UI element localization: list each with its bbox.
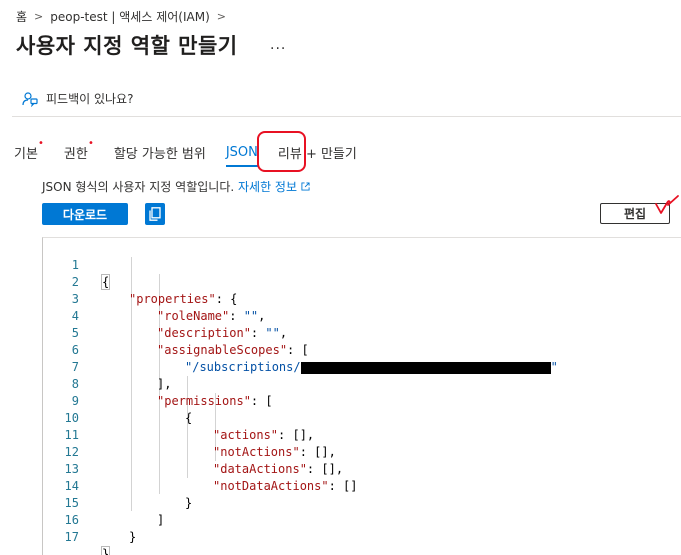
code-line: 13 "notDataActions": []	[64, 462, 358, 493]
header-divider	[12, 116, 681, 117]
description: JSON 형식의 사용자 지정 역할입니다. 자세한 정보	[42, 178, 310, 195]
edit-button[interactable]: 편집	[600, 203, 670, 224]
tab-basics[interactable]: 기본 •	[14, 138, 44, 164]
code-line: 4 "description": "",	[71, 309, 288, 340]
tab-label: 할당 가능한 범위	[113, 146, 206, 162]
code-line: 1 {	[71, 258, 111, 290]
page-title: 사용자 지정 역할 만들기	[16, 34, 238, 58]
code-line: 15 ]	[64, 496, 165, 527]
tab-label: 리뷰 + 만들기	[277, 146, 357, 162]
learn-more-link[interactable]: 자세한 정보	[238, 180, 310, 194]
tab-review-create[interactable]: 리뷰 + 만들기	[278, 143, 357, 164]
json-editor[interactable]: 1 { 2 "properties": { 3 "roleName": "", …	[42, 237, 681, 555]
tab-assignable-scopes[interactable]: 할당 가능한 범위	[114, 143, 206, 164]
tab-label: JSON	[225, 144, 258, 160]
code-line: 7 ],	[71, 360, 172, 391]
external-link-icon	[301, 182, 310, 191]
code-line: 11 "notActions": [],	[64, 428, 336, 459]
copy-icon	[149, 207, 161, 221]
code-line: 5 "assignableScopes": [	[71, 326, 309, 357]
tab-json[interactable]: JSON	[225, 144, 258, 167]
feedback-icon	[22, 91, 38, 107]
breadcrumb: 홈 > peop-test | 액세스 제어(IAM) >	[16, 8, 233, 25]
required-indicator: •	[87, 137, 94, 149]
copy-button[interactable]	[145, 203, 165, 225]
breadcrumb-separator: >	[216, 10, 226, 23]
code-line: 9 {	[71, 394, 193, 425]
breadcrumb-home[interactable]: 홈	[16, 8, 27, 25]
description-text: JSON 형식의 사용자 지정 역할입니다.	[42, 180, 235, 194]
tab-permissions[interactable]: 권한 •	[63, 138, 94, 164]
feedback-link[interactable]: 피드백이 있나요?	[22, 90, 133, 107]
tab-label: 기본	[14, 146, 38, 162]
code-line: 6 "/subscriptions/"	[71, 343, 558, 374]
more-options-button[interactable]: ...	[270, 37, 286, 53]
required-indicator: •	[38, 137, 44, 149]
breadcrumb-iam[interactable]: peop-test | 액세스 제어(IAM)	[50, 8, 210, 25]
code-line: 16 }	[64, 513, 137, 544]
code-line: 3 "roleName": "",	[71, 292, 266, 323]
tab-label: 권한	[63, 146, 88, 162]
code-line: 8 "permissions": [	[71, 377, 273, 408]
download-button[interactable]: 다운로드	[42, 203, 128, 225]
code-line: 2 "properties": {	[71, 275, 238, 306]
code-line: 10 "actions": [],	[64, 411, 315, 442]
code-line: 12 "dataActions": [],	[64, 445, 344, 476]
tab-bar: 기본 • 권한 • 할당 가능한 범위 JSON 리뷰 + 만들기	[14, 138, 383, 167]
code-line: 17 }	[43, 512, 681, 555]
breadcrumb-separator: >	[34, 10, 44, 23]
feedback-label: 피드백이 있나요?	[46, 92, 134, 106]
code-line: 14 }	[64, 479, 193, 510]
